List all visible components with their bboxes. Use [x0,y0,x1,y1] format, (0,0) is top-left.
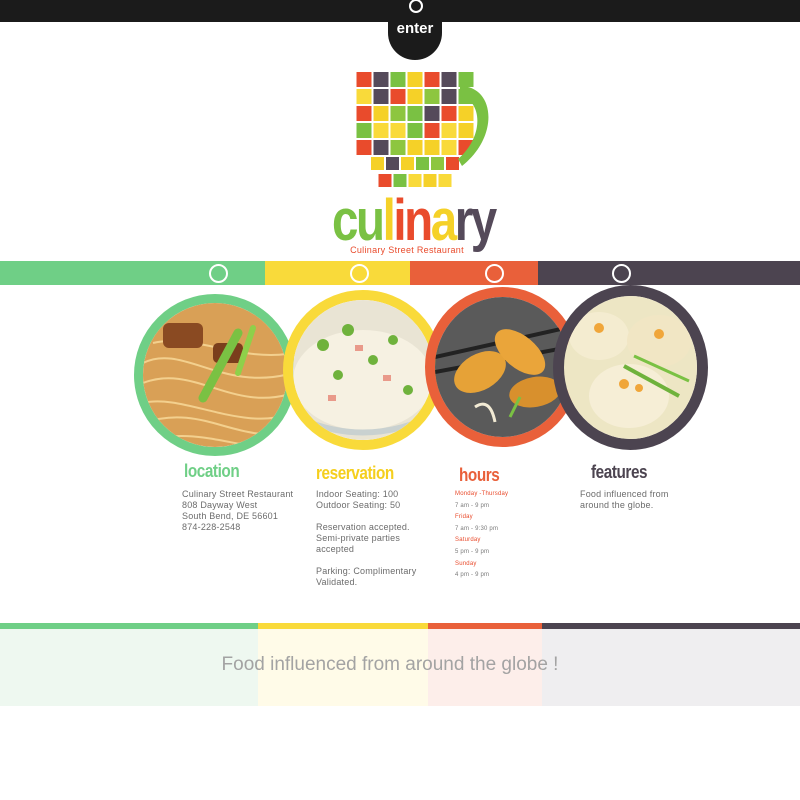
location-details: Culinary Street Restaurant 808 Dayway We… [182,489,293,533]
hours-time: 7 am - 9:30 pm [455,525,499,532]
features-title[interactable]: features [591,462,648,483]
reservation-line: Outdoor Seating: 50 [316,500,401,510]
hours-day: Friday [455,514,473,521]
location-title[interactable]: location [184,461,240,482]
logo-letter: i [393,188,406,253]
band-orange [410,261,538,285]
logo-letter: y [470,188,497,253]
reservation-line: Parking: Complimentary [316,566,417,576]
features-line: Food influenced from [580,489,669,499]
reservation-line: Reservation accepted. [316,522,410,532]
hours-day: Sunday [455,560,477,567]
hours-time: 7 am - 9 pm [455,502,490,509]
logo-letter: r [454,188,473,253]
location-line: 808 Dayway West [182,500,258,510]
hours-title[interactable]: hours [459,465,500,486]
ring-icon [485,264,504,283]
hours-time: 5 pm - 9 pm [455,548,490,555]
features-details: Food influenced from around the globe. [580,489,669,511]
hours-schedule: Monday -Thursday 7 am - 9 pm Friday 7 am… [455,489,508,582]
location-line: Culinary Street Restaurant [182,489,294,499]
reservation-line: accepted [316,544,355,554]
location-line: South Bend, DE 56601 [182,511,279,521]
reservation-details: Indoor Seating: 100 Outdoor Seating: 50 … [316,489,416,588]
dumplings-image [564,296,697,439]
footer-tagline: Food influenced from around the globe ! [221,654,559,675]
hours-time: 4 pm - 9 pm [455,572,490,579]
features-line: around the globe. [580,500,654,510]
reservation-line: Validated. [316,577,358,587]
fried-rice-image [293,300,433,440]
logo-letter: u [355,188,385,253]
location-photo[interactable] [134,294,296,456]
ring-icon [612,264,631,283]
logo-wordmark: culinary [332,192,497,250]
ring-icon [350,264,369,283]
band-yellow [265,261,410,285]
spring-rolls-image [435,297,570,437]
logo-subtitle: Culinary Street Restaurant [350,245,464,255]
logo-letter: a [430,188,457,253]
band-purple [538,261,800,285]
hours-day: Saturday [455,537,481,544]
hours-day: Monday -Thursday [455,491,509,497]
location-line: 874-228-2548 [182,522,241,532]
logo-letter: l [382,188,396,253]
features-photo[interactable] [553,285,708,450]
reservation-photo[interactable] [283,290,443,450]
noodles-image [143,303,287,447]
reservation-title[interactable]: reservation [316,463,394,484]
logo-letter: c [332,188,358,253]
ring-icon [209,264,228,283]
logo-letter: n [404,188,433,253]
reservation-line: Indoor Seating: 100 [316,489,399,499]
reservation-line: Semi-private parties [316,533,401,543]
